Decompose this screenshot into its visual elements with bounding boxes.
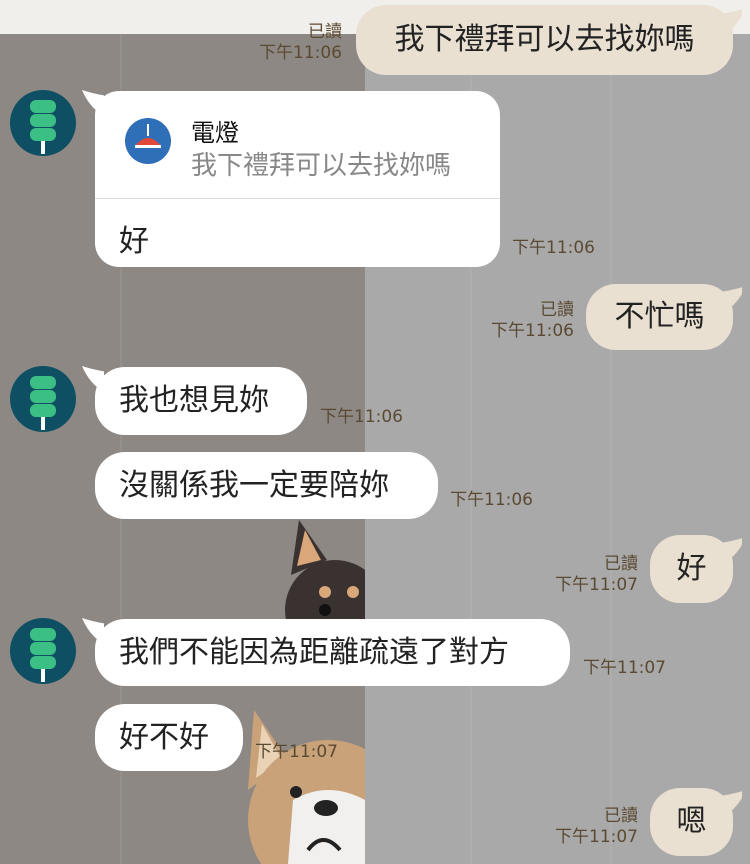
read-receipt: 已讀 [604, 806, 638, 826]
bubble-tail [720, 791, 742, 812]
lamp-icon [125, 118, 171, 164]
green-tree-icon [30, 628, 56, 682]
green-tree-icon [30, 376, 56, 430]
message-text: 不忙嗎 [614, 299, 705, 334]
read-receipt: 已讀 [308, 22, 342, 42]
message-text: 我也想見妳 [119, 383, 269, 418]
read-receipt: 已讀 [540, 300, 574, 320]
outgoing-message-bubble[interactable]: 我下禮拜可以去找妳嗎 [356, 5, 733, 75]
bubble-tail [720, 287, 742, 308]
outgoing-message-bubble[interactable]: 不忙嗎 [586, 284, 733, 350]
read-receipt: 已讀 [604, 554, 638, 574]
bubble-tail [720, 538, 742, 559]
avatar[interactable] [10, 618, 76, 684]
timestamp: 下午11:06 [512, 238, 595, 258]
message-text: 好 [119, 224, 149, 259]
incoming-message-bubble[interactable]: 沒關係我一定要陪妳 [95, 452, 438, 519]
message-meta: 已讀 下午11:06 [454, 300, 574, 343]
reply-message-bubble[interactable]: 電燈 我下禮拜可以去找妳嗎 好 [95, 91, 500, 267]
quoted-sender-name: 電燈 [191, 119, 239, 147]
timestamp: 下午11:07 [555, 575, 638, 596]
message-text: 我們不能因為距離疏遠了對方 [119, 634, 509, 670]
green-tree-icon [30, 100, 56, 154]
message-text: 沒關係我一定要陪妳 [119, 467, 389, 503]
incoming-message-bubble[interactable]: 好不好 [95, 704, 243, 771]
background-stripe [610, 34, 612, 864]
message-meta: 已讀 下午11:07 [518, 806, 638, 849]
incoming-message-bubble[interactable]: 我也想見妳 [95, 367, 307, 435]
timestamp: 下午11:06 [320, 407, 403, 427]
timestamp: 下午11:07 [555, 827, 638, 848]
avatar[interactable] [10, 90, 76, 156]
bubble-tail [720, 9, 742, 30]
message-text: 好 [676, 551, 707, 586]
timestamp: 下午11:07 [583, 658, 666, 678]
timestamp: 下午11:06 [450, 490, 533, 510]
message-text: 我下禮拜可以去找妳嗎 [394, 22, 695, 57]
reply-divider [95, 198, 500, 199]
message-text: 好不好 [119, 719, 209, 755]
message-meta: 已讀 下午11:06 [222, 22, 342, 65]
timestamp: 下午11:07 [255, 742, 338, 762]
timestamp: 下午11:06 [491, 321, 574, 342]
avatar[interactable] [10, 366, 76, 432]
message-meta: 已讀 下午11:07 [518, 554, 638, 597]
message-text: 嗯 [676, 804, 707, 839]
incoming-message-bubble[interactable]: 我們不能因為距離疏遠了對方 [95, 619, 570, 686]
timestamp: 下午11:06 [259, 43, 342, 64]
quoted-message-text: 我下禮拜可以去找妳嗎 [191, 151, 452, 181]
